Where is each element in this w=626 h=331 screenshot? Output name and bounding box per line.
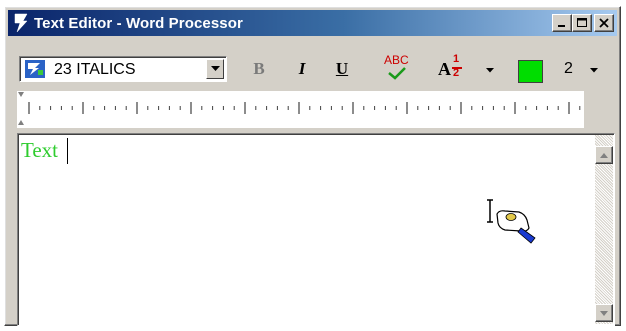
left-indent-marker[interactable] — [18, 120, 24, 125]
maximize-button[interactable] — [572, 14, 592, 32]
italic-button[interactable]: I — [291, 57, 313, 81]
font-select[interactable]: 23 ITALICS — [19, 56, 227, 82]
close-button[interactable] — [594, 14, 614, 32]
ruler[interactable] — [17, 91, 584, 129]
fraction-dropdown-button[interactable] — [484, 65, 496, 75]
window-controls — [552, 14, 614, 32]
ruler-ticks — [18, 92, 581, 125]
fraction-button[interactable]: A 1 2 — [436, 53, 472, 83]
chevron-down-icon — [590, 67, 598, 72]
font-select-value: 23 ITALICS — [54, 61, 136, 78]
arrow-down-icon — [600, 310, 608, 316]
minimize-icon — [558, 25, 565, 27]
bold-button[interactable]: B — [248, 57, 270, 81]
app-logo-icon — [10, 11, 32, 35]
vertical-scrollbar[interactable] — [595, 135, 613, 324]
line-weight-dropdown-button[interactable] — [588, 65, 600, 75]
fraction-denominator: 2 — [453, 67, 460, 79]
text-editor-window: Text Editor - Word Processor 23 ITALICS … — [4, 6, 621, 326]
arrow-up-icon — [600, 152, 608, 158]
text-caret — [67, 138, 68, 164]
checkmark-icon — [388, 67, 406, 80]
ruler-tick-group — [28, 102, 581, 114]
text-editing-area[interactable]: Text — [17, 133, 615, 326]
window-title: Text Editor - Word Processor — [34, 14, 243, 32]
close-icon — [599, 18, 609, 28]
editor-text: Text — [21, 138, 59, 162]
maximize-icon — [577, 18, 587, 27]
font-icon — [25, 60, 45, 78]
spell-check-label: ABC — [384, 53, 409, 67]
underline-button[interactable]: U — [331, 57, 353, 81]
scroll-up-button[interactable] — [595, 146, 613, 164]
scroll-down-button[interactable] — [595, 304, 613, 322]
font-select-dropdown-button[interactable] — [206, 59, 224, 79]
text-color-swatch[interactable] — [518, 60, 543, 83]
chevron-down-icon — [486, 67, 494, 72]
first-line-indent-marker[interactable] — [18, 92, 24, 97]
spell-check-button[interactable]: ABC — [381, 53, 415, 83]
formatting-toolbar: 23 ITALICS B I U ABC A 1 2 2 — [8, 51, 617, 87]
fraction-letter: A — [438, 59, 451, 79]
title-bar[interactable]: Text Editor - Word Processor — [8, 10, 617, 36]
fraction-numerator: 1 — [453, 53, 460, 65]
minimize-button[interactable] — [552, 14, 572, 32]
text-cursor-hand-icon — [483, 198, 538, 248]
chevron-down-icon — [210, 66, 220, 71]
line-weight-value[interactable]: 2 — [564, 60, 573, 78]
